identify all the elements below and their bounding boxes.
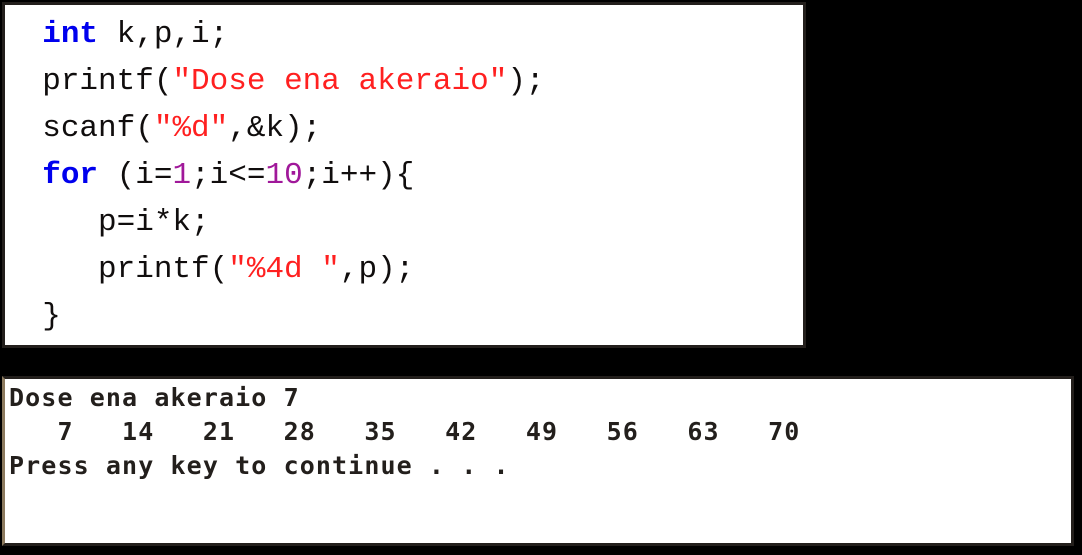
code-token-plain: ,&k);: [228, 111, 322, 146]
code-token-plain: (i=: [98, 158, 173, 193]
code-token-plain: );: [507, 64, 545, 99]
code-token-plain: ,p);: [339, 252, 415, 287]
code-token-keyword: int: [42, 17, 99, 52]
code-line: for (i=1;i<=10;i++){: [5, 152, 803, 199]
code-token-plain: ;i<=: [191, 158, 266, 193]
console-line-prompt: Dose ena akeraio 7: [9, 383, 300, 412]
code-token-plain: scanf(: [42, 111, 154, 146]
console-line-values: 7 14 21 28 35 42 49 56 63 70: [9, 417, 817, 446]
code-line: scanf("%d",&k);: [5, 105, 803, 152]
code-token-plain: k,p,i;: [98, 17, 229, 52]
code-token-number: 10: [265, 158, 303, 193]
code-token-plain: printf(: [98, 252, 229, 287]
code-editor-panel[interactable]: int k,p,i; printf("Dose ena akeraio"); s…: [2, 2, 806, 348]
code-token-plain: ;i++){: [302, 158, 415, 193]
code-token-plain: printf(: [42, 64, 173, 99]
code-line: printf("Dose ena akeraio");: [5, 58, 803, 105]
code-line: p=i*k;: [5, 199, 803, 246]
console-text[interactable]: Dose ena akeraio 7 7 14 21 28 35 42 49 5…: [5, 379, 1071, 483]
code-line: int k,p,i;: [5, 11, 803, 58]
console-line-pause: Press any key to continue . . .: [9, 451, 510, 480]
code-token-number: 1: [172, 158, 192, 193]
code-token-string: "%4d ": [228, 252, 340, 287]
code-line: printf("%4d ",p);: [5, 246, 803, 293]
code-token-plain: p=i*k;: [98, 205, 210, 240]
code-token-keyword: for: [42, 158, 99, 193]
console-output-panel[interactable]: Dose ena akeraio 7 7 14 21 28 35 42 49 5…: [2, 376, 1074, 546]
code-token-plain: }: [42, 299, 61, 334]
code-line: }: [5, 293, 803, 340]
code-token-string: "%d": [153, 111, 229, 146]
code-listing[interactable]: int k,p,i; printf("Dose ena akeraio"); s…: [5, 5, 803, 340]
code-token-string: "Dose ena akeraio": [172, 64, 508, 99]
